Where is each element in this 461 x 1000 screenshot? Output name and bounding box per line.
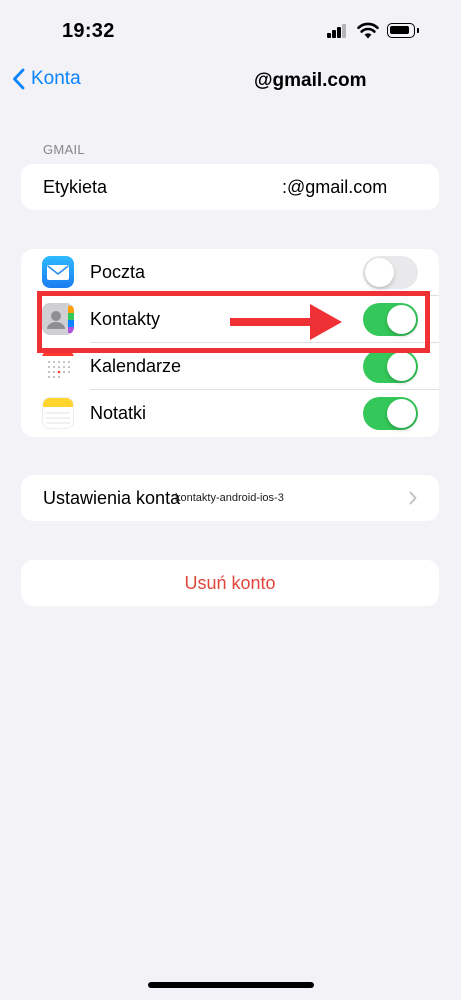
label-title: Etykieta bbox=[43, 176, 108, 197]
mail-icon bbox=[42, 256, 74, 288]
contacts-icon bbox=[42, 303, 74, 335]
delete-account-label: Usuń konto bbox=[184, 572, 276, 593]
service-label: Poczta bbox=[90, 261, 146, 282]
contacts-toggle[interactable] bbox=[363, 303, 418, 336]
account-settings-row[interactable]: Ustawienia konta kontakty-android-ios-3 bbox=[21, 475, 439, 521]
service-row-calendars: Kalendarze bbox=[21, 343, 439, 389]
service-row-contacts: Kontakty bbox=[21, 296, 439, 342]
battery-icon bbox=[387, 23, 419, 38]
wifi-icon bbox=[357, 22, 379, 39]
account-settings-card: Ustawienia konta kontakty-android-ios-3 bbox=[21, 475, 439, 521]
label-row[interactable]: Etykieta :@gmail.com bbox=[21, 164, 439, 210]
calendars-toggle[interactable] bbox=[363, 350, 418, 383]
back-button[interactable]: Konta bbox=[12, 68, 81, 90]
watermark-text: kontakty-android-ios-3 bbox=[175, 492, 284, 504]
page-title: @gmail.com bbox=[254, 70, 367, 91]
services-card: Poczta Kontakty Kalendarze Notatki bbox=[21, 249, 439, 437]
cellular-signal-icon bbox=[327, 24, 347, 38]
service-row-mail: Poczta bbox=[21, 249, 439, 295]
service-label: Kontakty bbox=[90, 308, 161, 329]
service-label: Kalendarze bbox=[90, 355, 182, 376]
home-indicator bbox=[148, 982, 314, 988]
delete-account-card: Usuń konto bbox=[21, 560, 439, 606]
account-settings-label: Ustawienia konta bbox=[43, 487, 181, 508]
label-value[interactable]: :@gmail.com bbox=[282, 177, 387, 198]
calendar-icon bbox=[42, 350, 74, 382]
notes-toggle[interactable] bbox=[363, 397, 418, 430]
delete-account-button[interactable]: Usuń konto bbox=[21, 560, 439, 606]
chevron-right-icon bbox=[409, 491, 417, 505]
status-time: 19:32 bbox=[62, 20, 115, 42]
mail-toggle[interactable] bbox=[363, 256, 418, 289]
section-header-gmail: GMAIL bbox=[43, 142, 85, 157]
service-label: Notatki bbox=[90, 402, 147, 423]
label-card: Etykieta :@gmail.com bbox=[21, 164, 439, 210]
notes-icon bbox=[42, 397, 74, 429]
back-label: Konta bbox=[31, 68, 81, 89]
service-row-notes: Notatki bbox=[21, 390, 439, 436]
chevron-left-icon bbox=[13, 68, 25, 90]
